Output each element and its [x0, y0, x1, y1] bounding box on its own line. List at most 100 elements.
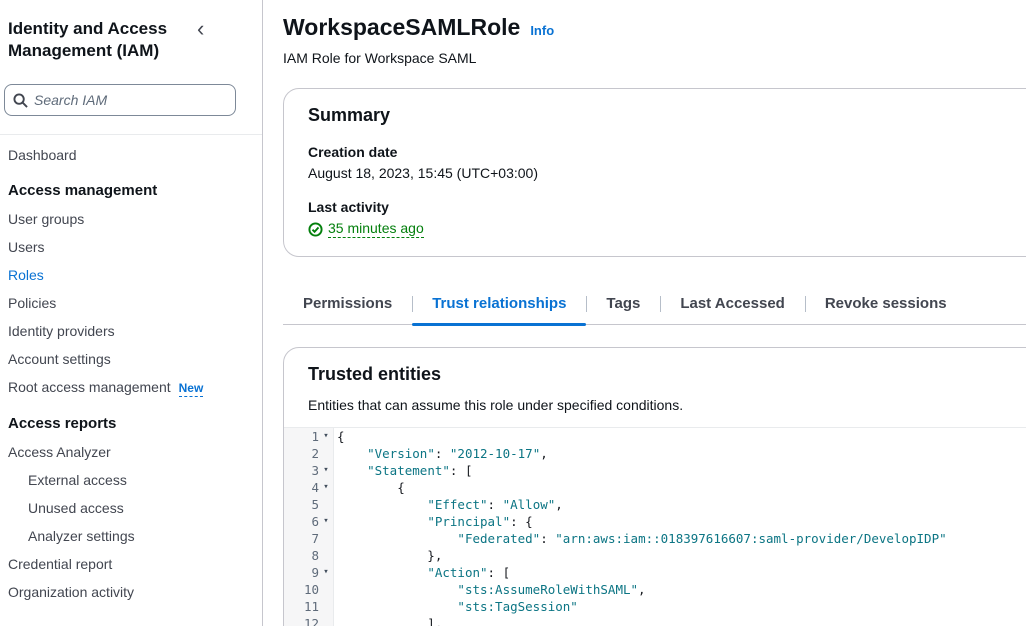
line-number-gutter: 10	[284, 581, 334, 598]
check-circle-icon	[308, 222, 323, 237]
line-number-gutter: 12	[284, 615, 334, 626]
line-number-gutter: 6▾	[284, 513, 334, 530]
sidebar-item-label: Root access management	[8, 379, 171, 395]
fold-toggle-icon[interactable]: ▾	[319, 479, 333, 496]
code-line: 1▾{	[284, 428, 1026, 445]
iam-console: Identity and Access Management (IAM) ‹ D…	[0, 0, 1026, 626]
trusted-entities-card: Trusted entities Entities that can assum…	[283, 347, 1026, 626]
sidebar-item-label: Credential report	[8, 556, 112, 572]
sidebar-item-label: Identity providers	[8, 323, 115, 339]
sidebar-item-label: Policies	[8, 295, 56, 311]
sidebar-item-credential-report[interactable]: Credential report	[0, 550, 262, 578]
line-number: 4	[311, 479, 319, 496]
fold-toggle-icon[interactable]: ▾	[319, 428, 333, 445]
policy-document-editor[interactable]: 1▾{2 "Version": "2012-10-17",3▾ "Stateme…	[284, 427, 1026, 626]
tab-trust-relationships[interactable]: Trust relationships	[412, 287, 586, 324]
code-text: },	[334, 547, 442, 564]
sidebar-item-user-groups[interactable]: User groups	[0, 205, 262, 233]
fold-toggle-icon[interactable]: ▾	[319, 462, 333, 479]
line-number-gutter: 5	[284, 496, 334, 513]
search-icon	[13, 93, 28, 108]
line-number: 10	[304, 581, 319, 598]
search-input[interactable]	[34, 92, 227, 108]
line-number-gutter: 2	[284, 445, 334, 462]
code-line: 5 "Effect": "Allow",	[284, 496, 1026, 513]
tab-tags[interactable]: Tags	[586, 287, 660, 324]
code-line: 10 "sts:AssumeRoleWithSAML",	[284, 581, 1026, 598]
code-line: 6▾ "Principal": {	[284, 513, 1026, 530]
trusted-entities-description: Entities that can assume this role under…	[308, 397, 1026, 413]
code-line: 11 "sts:TagSession"	[284, 598, 1026, 615]
line-number-gutter: 8	[284, 547, 334, 564]
creation-date-value: August 18, 2023, 15:45 (UTC+03:00)	[308, 165, 1026, 181]
sidebar-item-label: Access management	[8, 182, 157, 199]
sidebar-search[interactable]	[4, 84, 236, 116]
line-number: 1	[311, 428, 319, 445]
sidebar-item-label: Organization activity	[8, 584, 134, 600]
sidebar-item-label: User groups	[8, 211, 84, 227]
sidebar-item-analyzer-settings[interactable]: Analyzer settings	[0, 522, 262, 550]
code-text: "Action": [	[334, 564, 510, 581]
line-number: 7	[311, 530, 319, 547]
tab-permissions[interactable]: Permissions	[283, 287, 412, 324]
sidebar-collapse-icon[interactable]: ‹	[193, 18, 208, 40]
summary-heading: Summary	[308, 105, 1026, 126]
sidebar-item-policies[interactable]: Policies	[0, 289, 262, 317]
fold-toggle-icon[interactable]: ▾	[319, 564, 333, 581]
summary-card: Summary Creation date August 18, 2023, 1…	[283, 88, 1026, 257]
sidebar-item-identity-providers[interactable]: Identity providers	[0, 317, 262, 345]
line-number: 2	[311, 445, 319, 462]
code-text: ],	[334, 615, 442, 626]
code-line: 12 ],	[284, 615, 1026, 626]
code-line: 7 "Federated": "arn:aws:iam::01839761660…	[284, 530, 1026, 547]
sidebar-item-root-access-management[interactable]: Root access management New	[0, 373, 262, 402]
code-line: 8 },	[284, 547, 1026, 564]
creation-date-field: Creation date August 18, 2023, 15:45 (UT…	[308, 144, 1026, 181]
sidebar: Identity and Access Management (IAM) ‹ D…	[0, 0, 263, 626]
sidebar-section-access-management: Access management	[0, 177, 262, 205]
code-text: "sts:TagSession"	[334, 598, 578, 615]
sidebar-item-account-settings[interactable]: Account settings	[0, 345, 262, 373]
code-text: {	[334, 428, 345, 445]
sidebar-item-organization-activity[interactable]: Organization activity	[0, 578, 262, 606]
code-text: "Federated": "arn:aws:iam::018397616607:…	[334, 530, 947, 547]
info-link[interactable]: Info	[530, 23, 554, 38]
sidebar-section-access-reports: Access reports	[0, 410, 262, 438]
sidebar-title: Identity and Access Management (IAM)	[8, 18, 193, 62]
line-number-gutter: 4▾	[284, 479, 334, 496]
new-badge: New	[179, 381, 204, 397]
line-number-gutter: 1▾	[284, 428, 334, 445]
sidebar-item-label: Unused access	[28, 500, 124, 516]
tab-revoke-sessions[interactable]: Revoke sessions	[805, 287, 967, 324]
sidebar-item-label: Dashboard	[8, 147, 77, 163]
page-subtitle: IAM Role for Workspace SAML	[283, 50, 1026, 66]
code-line: 2 "Version": "2012-10-17",	[284, 445, 1026, 462]
line-number-gutter: 9▾	[284, 564, 334, 581]
line-number: 11	[304, 598, 319, 615]
sidebar-item-label: Access reports	[8, 415, 116, 432]
fold-toggle-icon[interactable]: ▾	[319, 513, 333, 530]
sidebar-item-access-analyzer[interactable]: Access Analyzer	[0, 438, 262, 466]
line-number: 5	[311, 496, 319, 513]
page-header: WorkspaceSAMLRole Info	[283, 14, 1026, 41]
sidebar-item-label: Access Analyzer	[8, 444, 111, 460]
sidebar-item-users[interactable]: Users	[0, 233, 262, 261]
sidebar-item-unused-access[interactable]: Unused access	[0, 494, 262, 522]
tabs: PermissionsTrust relationshipsTagsLast A…	[283, 287, 1026, 325]
page-title: WorkspaceSAMLRole	[283, 14, 520, 41]
sidebar-item-label: Users	[8, 239, 45, 255]
code-text: "Principal": {	[334, 513, 533, 530]
code-text: "Version": "2012-10-17",	[334, 445, 548, 462]
line-number: 9	[311, 564, 319, 581]
sidebar-item-external-access[interactable]: External access	[0, 466, 262, 494]
creation-date-label: Creation date	[308, 144, 1026, 160]
last-activity-status: 35 minutes ago	[308, 220, 1026, 238]
line-number-gutter: 11	[284, 598, 334, 615]
main-content: WorkspaceSAMLRole Info IAM Role for Work…	[263, 0, 1026, 626]
tab-last-accessed[interactable]: Last Accessed	[660, 287, 805, 324]
sidebar-item-label: Account settings	[8, 351, 111, 367]
code-text: "Effect": "Allow",	[334, 496, 563, 513]
sidebar-nav: Dashboard Access management User groups Use…	[0, 141, 262, 606]
sidebar-item-roles[interactable]: Roles	[0, 261, 262, 289]
sidebar-item-dashboard[interactable]: Dashboard	[0, 141, 262, 169]
